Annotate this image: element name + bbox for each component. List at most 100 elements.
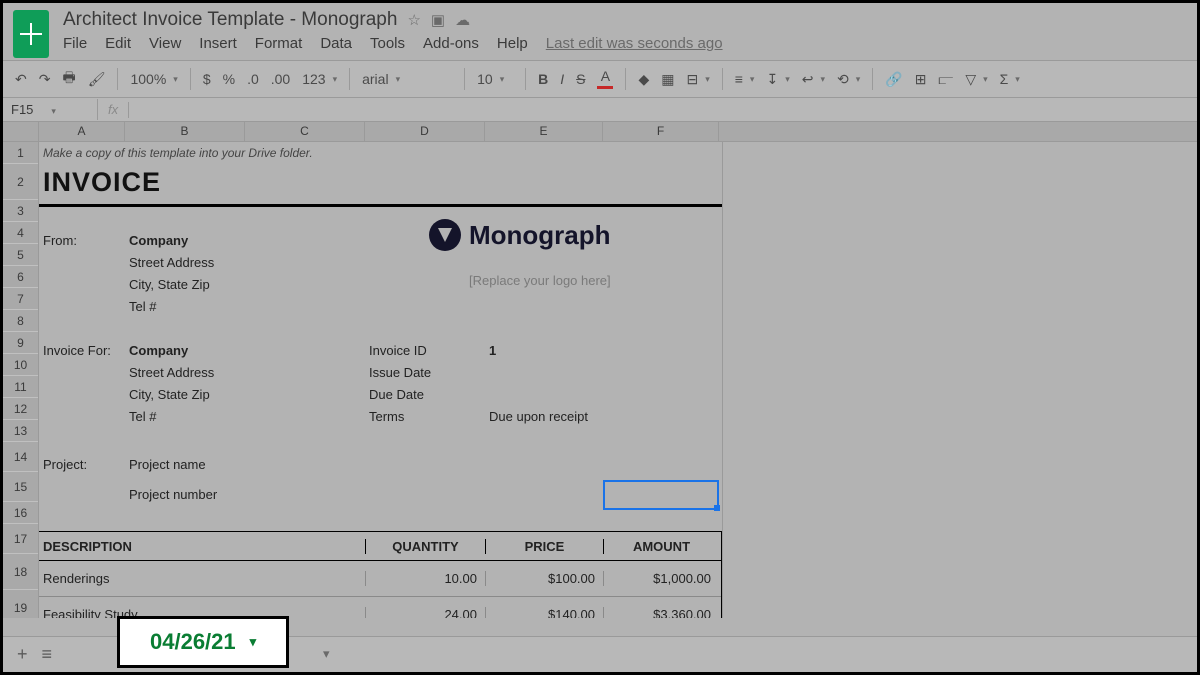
undo-icon[interactable]: ↶	[15, 71, 27, 88]
col-header-a[interactable]: A	[39, 122, 125, 141]
text-color-button[interactable]: A	[597, 69, 613, 89]
row-header[interactable]: 11	[3, 376, 38, 398]
line-item-price: $140.00	[485, 607, 603, 618]
menu-insert[interactable]: Insert	[199, 35, 237, 52]
due-date-label: Due Date	[365, 387, 485, 402]
add-sheet-button[interactable]: +	[17, 644, 28, 665]
fill-color-button[interactable]: ◆	[638, 71, 649, 88]
borders-button[interactable]: ▦	[661, 71, 674, 88]
menu-view[interactable]: View	[149, 35, 181, 52]
to-city: City, State Zip	[125, 387, 245, 402]
col-header-d[interactable]: D	[365, 122, 485, 141]
insert-comment-icon[interactable]: ⊞	[915, 71, 927, 88]
cloud-status-icon: ☁	[455, 11, 470, 29]
merge-cells-button[interactable]: ⊟	[686, 71, 709, 88]
font-family-select[interactable]: arial	[362, 71, 452, 87]
all-sheets-button[interactable]: ≡	[42, 644, 53, 665]
document-title[interactable]: Architect Invoice Template - Monograph	[63, 9, 397, 31]
column-headers[interactable]: A B C D E F	[39, 122, 1197, 142]
move-folder-icon[interactable]: ▣	[431, 11, 445, 29]
th-amount: AMOUNT	[603, 539, 719, 554]
row-headers[interactable]: 1 2 3 4 5 6 7 8 9 10 11 12 13 14 15 16 1…	[3, 142, 39, 618]
paint-format-icon[interactable]: 🖌	[88, 71, 106, 88]
row-header[interactable]: 19	[3, 590, 38, 618]
from-city: City, State Zip	[125, 277, 245, 292]
row-header[interactable]: 2	[3, 164, 38, 200]
zoom-select[interactable]: 100%	[130, 71, 177, 87]
cells-area[interactable]: Make a copy of this template into your D…	[39, 142, 1197, 618]
active-sheet-tab[interactable]: 04/26/21▾	[117, 616, 289, 668]
row-header[interactable]: 16	[3, 502, 38, 524]
project-number: Project number	[125, 487, 245, 502]
italic-button[interactable]: I	[560, 71, 564, 87]
formula-input[interactable]	[129, 98, 1197, 121]
col-header-b[interactable]: B	[125, 122, 245, 141]
monograph-logo: Monograph	[429, 219, 611, 251]
bold-button[interactable]: B	[538, 71, 548, 87]
line-item-amount: $1,000.00	[603, 571, 719, 586]
row-header[interactable]: 15	[3, 472, 38, 502]
from-label: From:	[39, 233, 125, 248]
from-company: Company	[125, 233, 245, 248]
menu-edit[interactable]: Edit	[105, 35, 131, 52]
row-header[interactable]: 4	[3, 222, 38, 244]
issue-date-label: Issue Date	[365, 365, 485, 380]
sheets-app-icon[interactable]	[13, 10, 49, 58]
col-header-e[interactable]: E	[485, 122, 603, 141]
row-header[interactable]: 10	[3, 354, 38, 376]
star-icon[interactable]: ☆	[407, 11, 420, 29]
th-quantity: QUANTITY	[365, 539, 485, 554]
last-edit-status[interactable]: Last edit was seconds ago	[546, 35, 723, 52]
line-item-amount: $3,360.00	[603, 607, 719, 618]
menu-tools[interactable]: Tools	[370, 35, 405, 52]
menu-file[interactable]: File	[63, 35, 87, 52]
vertical-align-button[interactable]: ↧	[766, 71, 789, 88]
row-header[interactable]: 3	[3, 200, 38, 222]
functions-button[interactable]: Σ	[1000, 71, 1020, 87]
filter-button[interactable]: ▽	[965, 71, 987, 88]
name-box[interactable]: F15▾	[3, 99, 98, 120]
invoice-heading: INVOICE	[39, 167, 719, 198]
col-header-c[interactable]: C	[245, 122, 365, 141]
menu-data[interactable]: Data	[320, 35, 352, 52]
print-icon[interactable]: 🖶	[62, 67, 75, 91]
text-wrap-button[interactable]: ↩	[802, 71, 825, 88]
text-rotation-button[interactable]: ⟲	[837, 71, 860, 88]
terms-label: Terms	[365, 409, 485, 424]
horizontal-align-button[interactable]: ≡	[735, 71, 755, 87]
strikethrough-button[interactable]: S	[576, 71, 585, 87]
row-header[interactable]: 8	[3, 310, 38, 332]
row-header[interactable]: 17	[3, 524, 38, 554]
select-all-corner[interactable]	[3, 122, 39, 142]
percent-format-button[interactable]: %	[223, 71, 235, 87]
row-header[interactable]: 9	[3, 332, 38, 354]
from-street: Street Address	[125, 255, 245, 270]
currency-format-button[interactable]: $	[203, 71, 211, 87]
row-header[interactable]: 7	[3, 288, 38, 310]
sheet-tab-dropdown-icon[interactable]: ▾	[323, 646, 330, 662]
row-header[interactable]: 18	[3, 554, 38, 590]
row-header[interactable]: 14	[3, 442, 38, 472]
insert-chart-icon[interactable]: ⫍	[938, 71, 953, 88]
row-header[interactable]: 1	[3, 142, 38, 164]
logo-placeholder-text: [Replace your logo here]	[469, 273, 611, 288]
row-header[interactable]: 13	[3, 420, 38, 442]
template-note: Make a copy of this template into your D…	[39, 146, 719, 160]
redo-icon[interactable]: ↷	[39, 71, 51, 88]
to-tel: Tel #	[125, 409, 245, 424]
line-item-qty: 24.00	[365, 607, 485, 618]
menu-addons[interactable]: Add-ons	[423, 35, 479, 52]
from-tel: Tel #	[125, 299, 245, 314]
font-size-select[interactable]: 10	[477, 71, 513, 87]
row-header[interactable]: 6	[3, 266, 38, 288]
insert-link-icon[interactable]: 🔗	[885, 71, 902, 88]
row-header[interactable]: 5	[3, 244, 38, 266]
menu-help[interactable]: Help	[497, 35, 528, 52]
decrease-decimal-button[interactable]: .0	[247, 71, 259, 87]
increase-decimal-button[interactable]: .00	[271, 71, 290, 87]
project-label: Project:	[39, 457, 125, 472]
menu-format[interactable]: Format	[255, 35, 303, 52]
number-format-select[interactable]: 123	[302, 71, 337, 87]
row-header[interactable]: 12	[3, 398, 38, 420]
col-header-f[interactable]: F	[603, 122, 719, 141]
